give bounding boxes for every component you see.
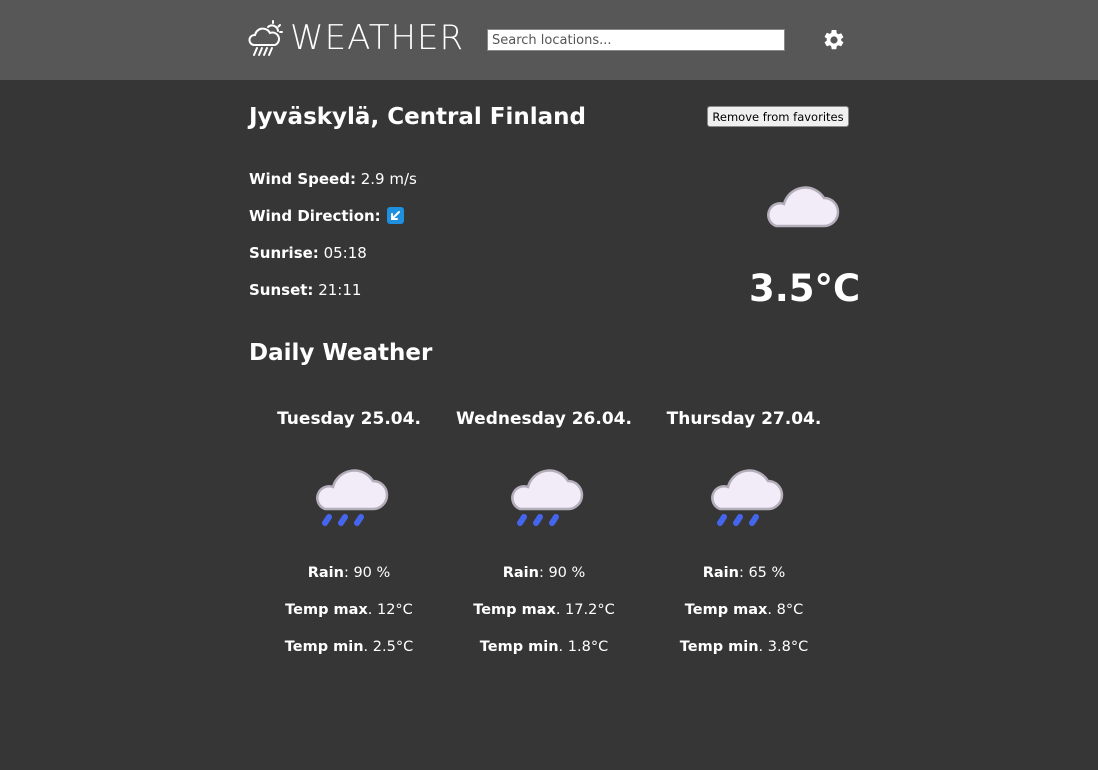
day-date: Thursday 27.04.	[666, 409, 822, 429]
rain-value: : 90 %	[343, 565, 391, 581]
sunrise-label: Sunrise:	[249, 244, 319, 262]
logo-text: WEATHER	[290, 18, 465, 58]
temp-min-row: Temp min. 1.8°C	[444, 637, 644, 657]
wind-direction-row: Wind Direction:	[249, 206, 405, 226]
sunset-row: Sunset: 21:11	[249, 280, 361, 300]
rain-value: : 90 %	[538, 565, 586, 581]
wind-speed-row: Wind Speed: 2.9 m/s	[249, 169, 417, 189]
arrow-down-left-icon	[387, 207, 405, 224]
temp-max-value: . 12°C	[367, 602, 413, 618]
temp-min-value: . 3.8°C	[758, 639, 809, 655]
day-card: Wednesday 26.04. Rain: 90 % Temp max. 17…	[444, 405, 644, 657]
gear-icon[interactable]	[822, 28, 846, 52]
search-input[interactable]	[487, 29, 785, 51]
temp-max-value: . 17.2°C	[555, 602, 615, 618]
temp-min-label: Temp min	[679, 639, 759, 655]
cloud-rain-icon	[316, 469, 389, 526]
rain-label: Rain	[702, 565, 739, 581]
temp-min-row: Temp min. 2.5°C	[249, 637, 449, 657]
rain-label: Rain	[307, 565, 344, 581]
day-date: Tuesday 25.04.	[277, 409, 421, 429]
remove-favorite-button[interactable]: Remove from favorites	[707, 106, 849, 127]
temp-max-row: Temp max. 8°C	[644, 600, 844, 620]
temp-min-value: . 2.5°C	[363, 639, 414, 655]
temp-max-label: Temp max	[285, 602, 368, 618]
sunrise-value: 05:18	[323, 244, 367, 262]
wind-direction-label: Wind Direction:	[249, 207, 381, 225]
day-card: Tuesday 25.04. Rain: 90 % Temp max. 12°C…	[249, 405, 449, 657]
cloud-rain-icon	[711, 469, 784, 526]
sunset-label: Sunset:	[249, 281, 314, 299]
cloud-rain-sun-icon	[248, 20, 283, 56]
temp-max-value: . 8°C	[767, 602, 804, 618]
day-date: Wednesday 26.04.	[456, 409, 632, 429]
cloud-icon	[767, 186, 840, 228]
rain-row: Rain: 90 %	[444, 563, 644, 583]
location-title: Jyväskylä, Central Finland	[249, 104, 587, 130]
wind-speed-label: Wind Speed:	[249, 170, 356, 188]
temp-min-value: . 1.8°C	[558, 639, 609, 655]
temp-max-label: Temp max	[684, 602, 768, 618]
current-temperature: 3.5°C	[749, 267, 861, 310]
wind-speed-value: 2.9 m/s	[360, 170, 417, 188]
temp-min-label: Temp min	[479, 639, 559, 655]
rain-row: Rain: 65 %	[644, 563, 844, 583]
temp-max-row: Temp max. 12°C	[249, 600, 449, 620]
rain-row: Rain: 90 %	[249, 563, 449, 583]
temp-min-row: Temp min. 3.8°C	[644, 637, 844, 657]
temp-min-label: Temp min	[284, 639, 364, 655]
daily-weather-title: Daily Weather	[249, 340, 433, 366]
sunrise-row: Sunrise: 05:18	[249, 243, 367, 263]
rain-value: : 65 %	[738, 565, 786, 581]
cloud-rain-icon	[511, 469, 584, 526]
day-card: Thursday 27.04. Rain: 65 % Temp max. 8°C…	[644, 405, 844, 657]
sunset-value: 21:11	[318, 281, 362, 299]
logo[interactable]: WEATHER	[248, 18, 464, 58]
rain-label: Rain	[502, 565, 539, 581]
temp-max-label: Temp max	[473, 602, 556, 618]
temp-max-row: Temp max. 17.2°C	[444, 600, 644, 620]
top-bar: WEATHER	[0, 0, 1098, 80]
